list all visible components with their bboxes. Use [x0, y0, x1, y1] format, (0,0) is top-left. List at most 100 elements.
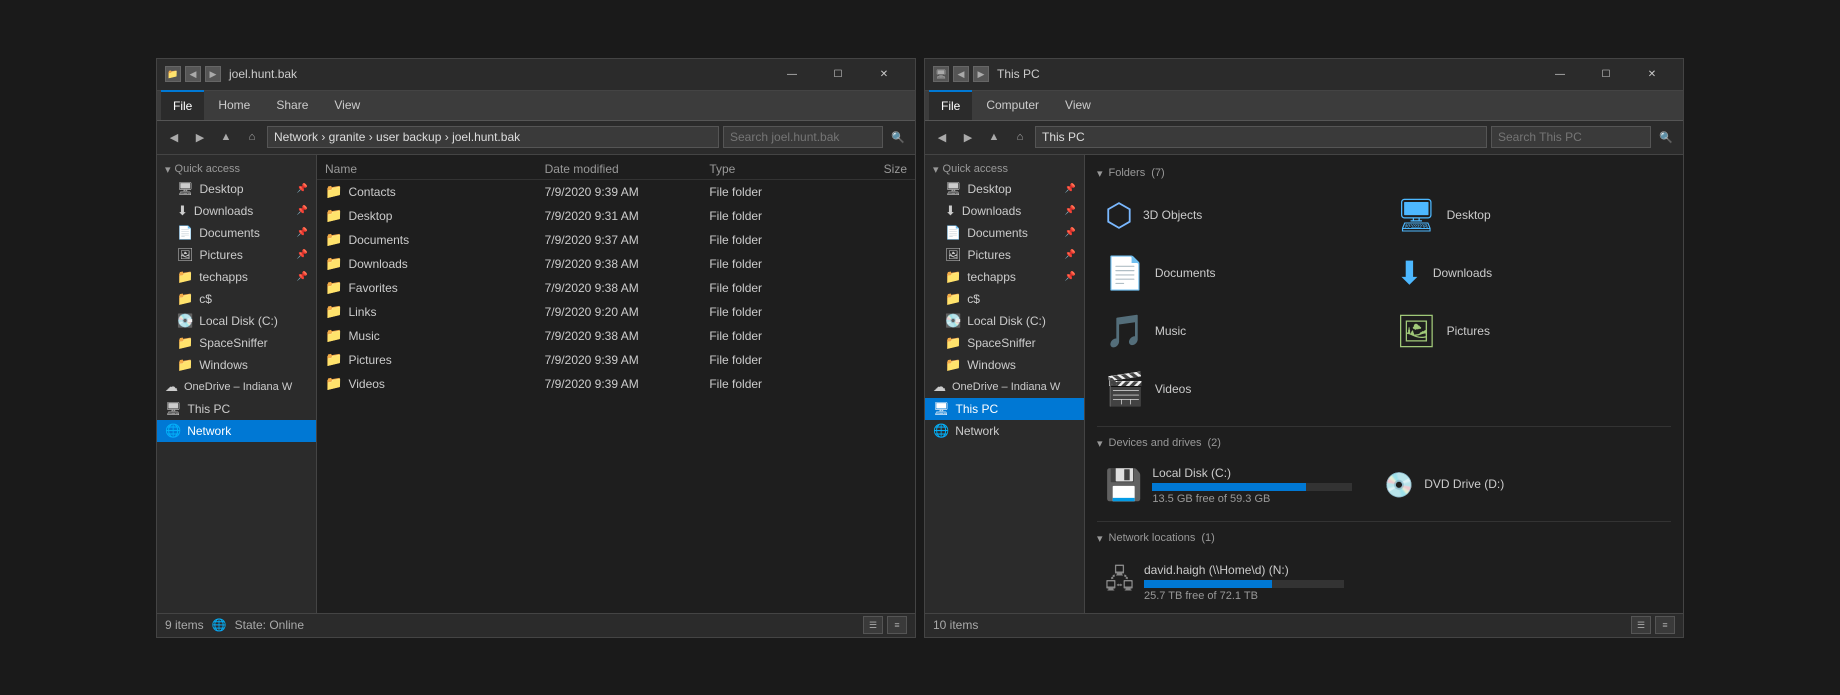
left-documents-icon: 📄	[177, 225, 193, 241]
left-tab-file[interactable]: File	[161, 90, 204, 120]
left-search-input[interactable]	[723, 126, 883, 148]
left-documents-pin: 📌	[297, 227, 308, 238]
right-quick-access-label[interactable]: ▾ Quick access	[925, 159, 1084, 178]
left-forward-btn[interactable]: ▶	[189, 126, 211, 148]
right-tab-file[interactable]: File	[929, 90, 972, 120]
left-sidebar-thispc[interactable]: 🖥 This PC	[157, 398, 316, 420]
right-search-input[interactable]	[1491, 126, 1651, 148]
left-sidebar-desktop[interactable]: 🖥 Desktop 📌	[157, 178, 316, 200]
right-net-drive[interactable]: 🖧 david.haigh (\\Home\d) (N:) 25.7 TB fr…	[1097, 555, 1671, 611]
right-drive-d-info: DVD Drive (D:)	[1424, 477, 1504, 494]
left-sidebar-techapps[interactable]: 📁 techapps 📌	[157, 266, 316, 288]
left-col-size[interactable]: Size	[819, 162, 907, 176]
left-sidebar-pictures[interactable]: 🖼 Pictures 📌	[157, 244, 316, 266]
right-sidebar-localdisk[interactable]: 💽 Local Disk (C:)	[925, 310, 1084, 332]
right-sidebar-pictures[interactable]: 🖼 Pictures 📌	[925, 244, 1084, 266]
right-close-btn[interactable]: ✕	[1629, 58, 1675, 90]
right-drive-c[interactable]: 💾 Local Disk (C:) 13.5 GB free of 59.3 G…	[1097, 460, 1360, 511]
right-view-detail-btn[interactable]: ≡	[1655, 616, 1675, 634]
right-folder-pictures[interactable]: 🖼 Pictures	[1388, 306, 1671, 356]
right-search-btn[interactable]: 🔍	[1655, 126, 1677, 148]
right-back-tb[interactable]: ◀	[953, 66, 969, 82]
file-type: File folder	[709, 185, 819, 199]
right-address-input[interactable]	[1035, 126, 1487, 148]
left-file-row[interactable]: 📁 Desktop 7/9/2020 9:31 AM File folder	[317, 204, 915, 228]
right-folder-documents[interactable]: 📄 Documents	[1097, 248, 1380, 298]
left-sidebar-onedrive[interactable]: ☁ OneDrive – Indiana W	[157, 376, 316, 398]
right-folder-desktop[interactable]: 🖥 Desktop	[1388, 190, 1671, 240]
right-folder-downloads[interactable]: ⬇ Downloads	[1388, 248, 1671, 298]
right-sidebar-downloads[interactable]: ⬇ Downloads 📌	[925, 200, 1084, 222]
left-view-buttons: ☰ ≡	[863, 616, 907, 634]
right-folders-count: (7)	[1151, 167, 1164, 179]
right-network-chevron[interactable]: ▾	[1097, 532, 1103, 545]
right-up-btn[interactable]: ▲	[983, 126, 1005, 148]
left-fwd-tb[interactable]: ▶	[205, 66, 221, 82]
left-maximize-btn[interactable]: ☐	[815, 58, 861, 90]
left-minimize-btn[interactable]: —	[769, 58, 815, 90]
left-tab-share[interactable]: Share	[264, 90, 320, 120]
right-minimize-btn[interactable]: —	[1537, 58, 1583, 90]
file-type: File folder	[709, 353, 819, 367]
left-file-row[interactable]: 📁 Videos 7/9/2020 9:39 AM File folder	[317, 372, 915, 396]
left-quick-access-label[interactable]: ▾ Quick access	[157, 159, 316, 178]
left-address-input[interactable]	[267, 126, 719, 148]
right-recent-btn[interactable]: ⌂	[1009, 126, 1031, 148]
right-back-btn[interactable]: ◀	[931, 126, 953, 148]
right-sidebar-network[interactable]: 🌐 Network	[925, 420, 1084, 442]
left-sidebar-spacesniffer[interactable]: 📁 SpaceSniffer	[157, 332, 316, 354]
right-sidebar-spacesniffer[interactable]: 📁 SpaceSniffer	[925, 332, 1084, 354]
right-net-drive-info: david.haigh (\\Home\d) (N:) 25.7 TB free…	[1144, 563, 1663, 602]
left-close-btn[interactable]: ✕	[861, 58, 907, 90]
right-sidebar-windows[interactable]: 📁 Windows	[925, 354, 1084, 376]
right-sidebar-desktop[interactable]: 🖥 Desktop 📌	[925, 178, 1084, 200]
left-sidebar-localdisk[interactable]: 💽 Local Disk (C:)	[157, 310, 316, 332]
left-view-detail-btn[interactable]: ≡	[887, 616, 907, 634]
left-file-row[interactable]: 📁 Links 7/9/2020 9:20 AM File folder	[317, 300, 915, 324]
left-tab-home[interactable]: Home	[206, 90, 262, 120]
right-folder-videos[interactable]: 🎬 Videos	[1097, 364, 1380, 414]
left-file-row[interactable]: 📁 Contacts 7/9/2020 9:39 AM File folder	[317, 180, 915, 204]
left-sidebar-network[interactable]: 🌐 Network	[157, 420, 316, 442]
right-folders-chevron[interactable]: ▾	[1097, 167, 1103, 180]
right-tab-computer[interactable]: Computer	[974, 90, 1051, 120]
left-file-row[interactable]: 📁 Music 7/9/2020 9:38 AM File folder	[317, 324, 915, 348]
right-sidebar-thispc[interactable]: 🖥 This PC	[925, 398, 1084, 420]
right-sidebar-documents[interactable]: 📄 Documents 📌	[925, 222, 1084, 244]
left-back-tb[interactable]: ◀	[185, 66, 201, 82]
left-sidebar-documents[interactable]: 📄 Documents 📌	[157, 222, 316, 244]
right-devices-chevron[interactable]: ▾	[1097, 437, 1103, 450]
right-folder-3dobjects[interactable]: ⬡ 3D Objects	[1097, 190, 1380, 240]
right-fwd-tb[interactable]: ▶	[973, 66, 989, 82]
left-col-type[interactable]: Type	[709, 162, 819, 176]
right-folder-music[interactable]: 🎵 Music	[1097, 306, 1380, 356]
left-sidebar-windows[interactable]: 📁 Windows	[157, 354, 316, 376]
left-col-name[interactable]: Name	[325, 162, 545, 176]
left-col-date[interactable]: Date modified	[545, 162, 710, 176]
right-sidebar-cs[interactable]: 📁 c$	[925, 288, 1084, 310]
right-forward-btn[interactable]: ▶	[957, 126, 979, 148]
left-tab-view[interactable]: View	[322, 90, 372, 120]
left-up-btn[interactable]: ▲	[215, 126, 237, 148]
left-search-btn[interactable]: 🔍	[887, 126, 909, 148]
file-folder-icon: 📁	[325, 375, 342, 392]
left-file-row[interactable]: 📁 Documents 7/9/2020 9:37 AM File folder	[317, 228, 915, 252]
right-view-list-btn[interactable]: ☰	[1631, 616, 1651, 634]
right-title-text: This PC	[997, 67, 1537, 81]
right-maximize-btn[interactable]: ☐	[1583, 58, 1629, 90]
left-sidebar-downloads[interactable]: ⬇ Downloads 📌	[157, 200, 316, 222]
left-file-row[interactable]: 📁 Downloads 7/9/2020 9:38 AM File folder	[317, 252, 915, 276]
right-main-content: ▾ Folders (7) ⬡ 3D Objects 🖥 Desktop 📄 D…	[1085, 155, 1683, 613]
right-window: 🖥 ◀ ▶ This PC — ☐ ✕ File Computer View ◀…	[924, 58, 1684, 638]
right-sidebar-onedrive[interactable]: ☁ OneDrive – Indiana W	[925, 376, 1084, 398]
left-thispc-icon: 🖥	[165, 401, 182, 417]
left-file-row[interactable]: 📁 Pictures 7/9/2020 9:39 AM File folder	[317, 348, 915, 372]
left-back-btn[interactable]: ◀	[163, 126, 185, 148]
left-view-list-btn[interactable]: ☰	[863, 616, 883, 634]
left-sidebar-cs[interactable]: 📁 c$	[157, 288, 316, 310]
left-recent-btn[interactable]: ⌂	[241, 126, 263, 148]
right-tab-view[interactable]: View	[1053, 90, 1103, 120]
right-sidebar-techapps[interactable]: 📁 techapps 📌	[925, 266, 1084, 288]
left-file-row[interactable]: 📁 Favorites 7/9/2020 9:38 AM File folder	[317, 276, 915, 300]
right-drive-d[interactable]: 💿 DVD Drive (D:)	[1376, 460, 1512, 511]
